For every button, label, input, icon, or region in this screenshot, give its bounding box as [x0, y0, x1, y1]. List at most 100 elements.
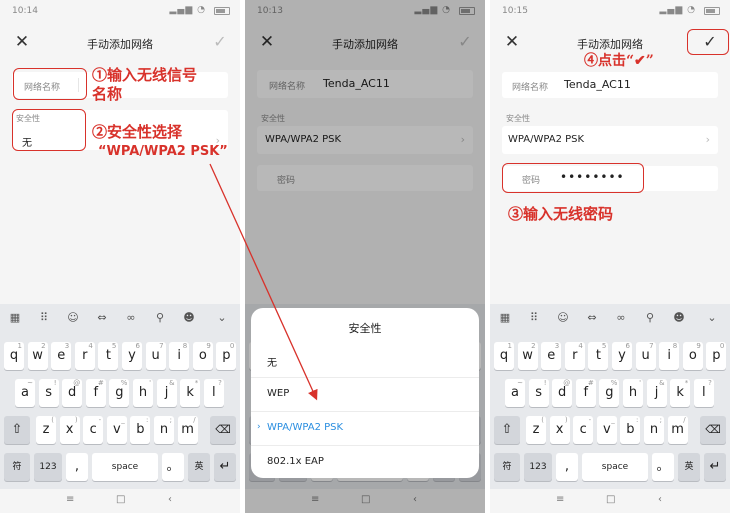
- symbol-key[interactable]: 符: [4, 453, 30, 481]
- check-icon[interactable]: ✓: [210, 32, 230, 51]
- backspace-icon[interactable]: ⌫: [700, 416, 726, 444]
- key-p[interactable]: p0: [216, 342, 237, 370]
- chevron-down-icon[interactable]: ⌄: [703, 311, 721, 324]
- key-e[interactable]: e3: [51, 342, 72, 370]
- key-a[interactable]: a~: [505, 379, 525, 407]
- key-u[interactable]: u7: [635, 342, 656, 370]
- key-f[interactable]: f#: [575, 379, 596, 407]
- key-s[interactable]: s!: [528, 379, 549, 407]
- option-8021x-eap[interactable]: 802.1x EAP: [251, 446, 479, 480]
- search-icon[interactable]: ⚲: [151, 311, 169, 324]
- emoji-icon[interactable]: ☺: [554, 311, 572, 324]
- key-k[interactable]: k*: [180, 379, 201, 407]
- key-s[interactable]: s!: [38, 379, 59, 407]
- space-key[interactable]: space: [92, 453, 158, 481]
- period-key[interactable]: 。: [652, 453, 674, 481]
- home-icon[interactable]: □: [606, 494, 615, 505]
- key-i[interactable]: i8: [659, 342, 680, 370]
- key-y[interactable]: y6: [122, 342, 142, 370]
- language-key[interactable]: 英: [188, 453, 210, 481]
- option-wpa-psk[interactable]: › WPA/WPA2 PSK: [251, 412, 479, 446]
- key-x[interactable]: x): [59, 416, 80, 444]
- option-wep[interactable]: WEP: [251, 378, 479, 412]
- chevron-down-icon[interactable]: ⌄: [213, 311, 231, 324]
- back-icon[interactable]: ‹: [168, 494, 172, 505]
- key-q[interactable]: q1: [4, 342, 24, 370]
- menu-icon[interactable]: ≡: [66, 494, 74, 505]
- language-key[interactable]: 英: [678, 453, 700, 481]
- key-e[interactable]: e3: [541, 342, 562, 370]
- key-x[interactable]: x): [549, 416, 570, 444]
- key-t[interactable]: t5: [98, 342, 119, 370]
- backspace-icon[interactable]: ⌫: [210, 416, 236, 444]
- enter-icon[interactable]: ↵: [704, 453, 726, 481]
- symbol-key[interactable]: 符: [494, 453, 520, 481]
- key-p[interactable]: p0: [706, 342, 727, 370]
- grid-icon[interactable]: ▦: [6, 311, 24, 324]
- home-icon[interactable]: □: [116, 494, 125, 505]
- key-f[interactable]: f#: [85, 379, 106, 407]
- period-key[interactable]: 。: [162, 453, 184, 481]
- key-j[interactable]: j&: [156, 379, 177, 407]
- key-h[interactable]: h': [623, 379, 643, 407]
- face-icon[interactable]: ☻: [180, 311, 198, 324]
- search-icon[interactable]: ⚲: [641, 311, 659, 324]
- cursor-icon[interactable]: ⇔: [93, 311, 111, 324]
- key-h[interactable]: h': [133, 379, 153, 407]
- number-key[interactable]: 123: [34, 453, 62, 481]
- key-t[interactable]: t5: [588, 342, 609, 370]
- keypad-icon[interactable]: ⠿: [35, 311, 53, 324]
- shift-icon[interactable]: ⇧: [4, 416, 30, 444]
- link-icon[interactable]: ∞: [122, 311, 140, 324]
- key-j[interactable]: j&: [646, 379, 667, 407]
- space-key[interactable]: space: [582, 453, 648, 481]
- menu-icon[interactable]: ≡: [556, 494, 564, 505]
- key-m[interactable]: m/: [177, 416, 198, 444]
- back-icon[interactable]: ‹: [658, 494, 662, 505]
- key-l[interactable]: l?: [203, 379, 224, 407]
- shift-icon[interactable]: ⇧: [494, 416, 520, 444]
- key-z[interactable]: z(: [526, 416, 546, 444]
- link-icon[interactable]: ∞: [612, 311, 630, 324]
- key-a[interactable]: a~: [15, 379, 35, 407]
- comma-key[interactable]: ,: [556, 453, 578, 481]
- keypad-icon[interactable]: ⠿: [525, 311, 543, 324]
- grid-icon[interactable]: ▦: [496, 311, 514, 324]
- key-n[interactable]: n;: [644, 416, 664, 444]
- key-o[interactable]: o9: [192, 342, 213, 370]
- emoji-icon[interactable]: ☺: [64, 311, 82, 324]
- key-d[interactable]: d@: [62, 379, 83, 407]
- key-b[interactable]: b:: [130, 416, 151, 444]
- key-i[interactable]: i8: [169, 342, 190, 370]
- key-y[interactable]: y6: [612, 342, 632, 370]
- key-v[interactable]: v_: [106, 416, 127, 444]
- key-k[interactable]: k*: [670, 379, 691, 407]
- key-v[interactable]: v_: [596, 416, 617, 444]
- key-q[interactable]: q1: [494, 342, 514, 370]
- key-g[interactable]: g%: [109, 379, 130, 407]
- network-name-value[interactable]: Tenda_AC11: [564, 78, 631, 91]
- comma-key[interactable]: ,: [66, 453, 88, 481]
- key-r[interactable]: r4: [74, 342, 95, 370]
- key-m[interactable]: m/: [667, 416, 688, 444]
- key-z[interactable]: z(: [36, 416, 56, 444]
- key-g[interactable]: g%: [599, 379, 620, 407]
- key-w[interactable]: w2: [27, 342, 48, 370]
- key-n[interactable]: n;: [154, 416, 174, 444]
- key-r[interactable]: r4: [564, 342, 585, 370]
- key-d[interactable]: d@: [552, 379, 573, 407]
- face-icon[interactable]: ☻: [670, 311, 688, 324]
- enter-icon[interactable]: ↵: [214, 453, 236, 481]
- key-c[interactable]: c-: [83, 416, 104, 444]
- key-u[interactable]: u7: [145, 342, 166, 370]
- key-l[interactable]: l?: [693, 379, 714, 407]
- key-w[interactable]: w2: [517, 342, 538, 370]
- security-row[interactable]: WPA/WPA2 PSK ›: [502, 126, 718, 154]
- network-name-row[interactable]: 网络名称 Tenda_AC11: [502, 72, 718, 98]
- key-o[interactable]: o9: [682, 342, 703, 370]
- cursor-icon[interactable]: ⇔: [583, 311, 601, 324]
- option-none[interactable]: 无: [251, 344, 479, 378]
- key-c[interactable]: c-: [573, 416, 594, 444]
- number-key[interactable]: 123: [524, 453, 552, 481]
- key-b[interactable]: b:: [620, 416, 641, 444]
